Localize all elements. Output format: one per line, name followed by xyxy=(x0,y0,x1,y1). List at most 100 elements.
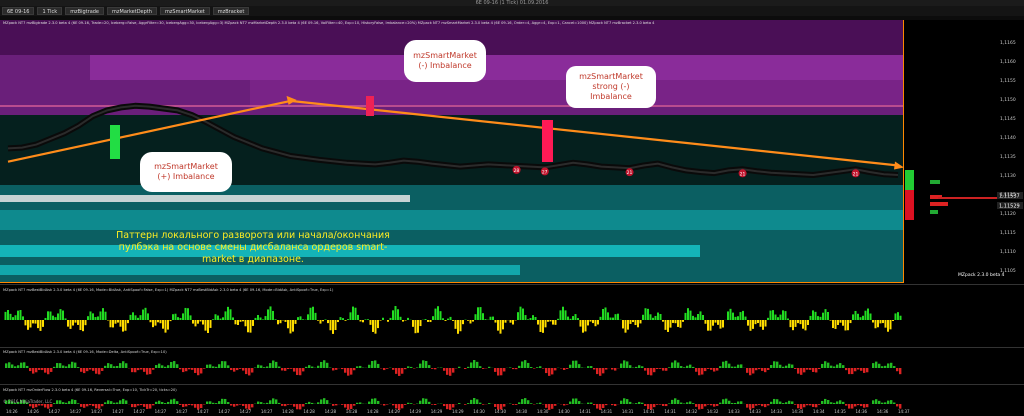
delta-bar xyxy=(71,361,74,368)
orderflow-bar xyxy=(65,402,68,404)
bidask-bar xyxy=(664,320,667,330)
bidask-bar xyxy=(122,320,124,332)
orderflow-bar xyxy=(227,402,230,404)
bidask-bar xyxy=(709,320,712,331)
indicator-header: MZpack NT7 mzBigtrade 2.3.0 beta 4 (6E 0… xyxy=(3,21,655,25)
price-chart[interactable]: MZpack NT7 mzBigtrade 2.3.0 beta 4 (6E 0… xyxy=(0,20,1024,416)
bidask-bar xyxy=(617,313,619,320)
bidask-bar xyxy=(472,320,474,322)
delta-bar xyxy=(155,365,158,368)
bidask-bar xyxy=(109,320,112,328)
bidask-bar xyxy=(342,318,344,320)
delta-bar xyxy=(290,368,293,369)
bidask-bar xyxy=(654,315,657,320)
marker-label: 28 xyxy=(514,168,520,174)
delta-bar xyxy=(761,368,764,371)
instrument-selector[interactable]: 6E 09-16 xyxy=(2,7,35,15)
time-tick-label: 14:28 xyxy=(346,409,358,414)
delta-bar xyxy=(59,363,62,368)
orderflow-bar xyxy=(875,399,878,404)
time-tick-label: 14:28 xyxy=(282,409,294,414)
bidask-bar xyxy=(509,320,512,323)
bidask-bar xyxy=(497,320,499,331)
tab-mzmarketdepth[interactable]: mzMarketDepth xyxy=(107,7,157,15)
bidask-bar xyxy=(657,312,659,320)
price-tick-label: 1,1130 xyxy=(1000,173,1016,179)
delta-bar xyxy=(299,368,302,376)
orderflow-bar xyxy=(587,402,590,404)
orderflow-bar xyxy=(323,398,326,404)
bidask-bar xyxy=(377,320,379,329)
delta-bar xyxy=(887,363,890,368)
bidask-bar xyxy=(52,315,54,320)
time-tick-label: 14:32 xyxy=(686,409,698,414)
bidask-bar xyxy=(542,320,544,333)
bidask-bar xyxy=(164,320,167,333)
bidask-bar xyxy=(564,310,567,320)
delta-bar xyxy=(359,365,362,368)
orderflow-bar xyxy=(269,400,272,404)
delta-bar xyxy=(623,360,626,368)
orderflow-bar xyxy=(428,401,431,404)
delta-bar xyxy=(131,368,134,373)
orderflow-bar xyxy=(701,404,704,409)
bidask-bar xyxy=(697,314,699,320)
bidask-bar xyxy=(279,320,282,324)
bidask-bar xyxy=(82,320,84,332)
orderflow-bar xyxy=(530,403,533,404)
time-tick-label: 14:31 xyxy=(601,409,613,414)
marker-label: 27 xyxy=(542,169,548,175)
bidask-bar xyxy=(614,314,617,320)
delta-bar xyxy=(287,368,290,370)
delta-bar xyxy=(260,365,263,368)
tab-mzsmartmarket[interactable]: mzSmartMarket xyxy=(159,7,210,15)
time-tick-label: 14:30 xyxy=(537,409,549,414)
bidask-bar xyxy=(147,313,149,320)
time-tick-label: 14:29 xyxy=(431,409,443,414)
bidask-bar xyxy=(32,320,34,324)
bidask-bar xyxy=(114,320,117,324)
delta-bar xyxy=(122,361,125,368)
bidask-bar xyxy=(427,320,429,322)
delta-bar xyxy=(56,363,59,368)
orderflow-bar xyxy=(107,400,110,404)
delta-bar xyxy=(347,368,350,376)
orderflow-bar xyxy=(662,404,665,406)
delta-bar xyxy=(674,360,677,368)
bidask-bar xyxy=(22,316,24,320)
orderflow-bar xyxy=(812,404,815,407)
delta-bar xyxy=(248,368,251,376)
timeframe-selector[interactable]: 1 Tick xyxy=(37,7,63,15)
time-tick-label: 14:32 xyxy=(707,409,719,414)
orderflow-bar xyxy=(626,399,629,404)
time-tick-label: 14:35 xyxy=(834,409,846,414)
bidask-bar xyxy=(454,320,457,329)
orderflow-bar xyxy=(473,398,476,404)
orderflow-bar xyxy=(860,404,863,407)
delta-bar xyxy=(524,360,527,368)
bidask-bar xyxy=(334,320,337,331)
delta-bar xyxy=(755,368,758,371)
delta-bar xyxy=(473,360,476,368)
orderflow-bar xyxy=(659,404,662,405)
orderflow-bar xyxy=(68,401,71,404)
delta-bar xyxy=(164,366,167,368)
bidask-bar xyxy=(832,320,834,329)
bidask-bar xyxy=(47,311,49,320)
delta-bar xyxy=(467,366,470,368)
orderflow-bar xyxy=(122,398,125,404)
bidask-bar xyxy=(687,308,689,320)
bidask-bar xyxy=(262,319,264,320)
bidask-bar xyxy=(274,319,277,320)
orderflow-bar xyxy=(896,404,899,407)
bidask-bar xyxy=(777,317,779,320)
bidask-bar xyxy=(84,320,87,326)
tab-mzbigtrade[interactable]: mzBigtrade xyxy=(65,7,105,15)
time-tick-label: 14:26 xyxy=(6,409,18,414)
delta-bar xyxy=(218,364,221,368)
bidask-bar xyxy=(294,320,297,324)
bidask-bar xyxy=(257,315,259,320)
tab-mzbracket[interactable]: mzBracket xyxy=(212,7,250,15)
orderflow-bar xyxy=(173,398,176,404)
bidask-bar xyxy=(387,320,389,322)
